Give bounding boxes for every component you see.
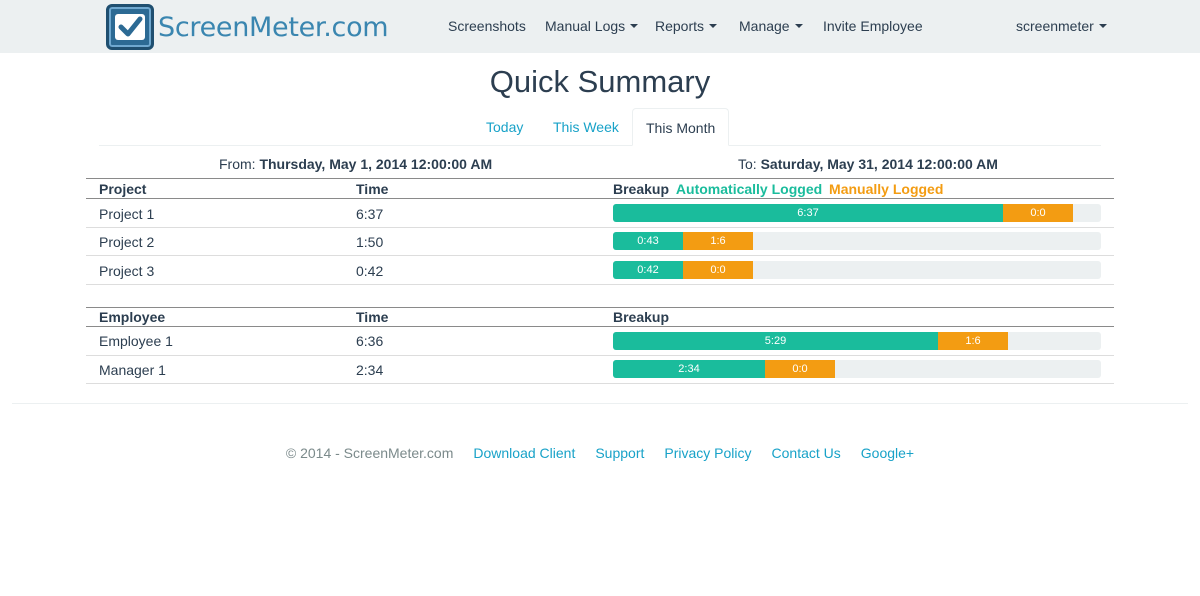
nav-user-label: screenmeter [1016, 18, 1094, 34]
footer-privacy-policy-link[interactable]: Privacy Policy [664, 445, 751, 461]
col-header-time: Time [356, 309, 389, 325]
caret-down-icon [709, 24, 718, 29]
caret-down-icon [794, 24, 803, 29]
row-divider [86, 227, 1114, 228]
brand-logo-link[interactable]: ScreenMeter.com [106, 4, 389, 50]
col-header-time: Time [356, 181, 389, 197]
nav-manage-label: Manage [739, 18, 790, 34]
project-time: 1:50 [356, 234, 384, 250]
manual-logged-segment: 1:6 [683, 232, 753, 250]
employee-name: Employee 1 [99, 333, 173, 349]
header-bottom-border [86, 326, 1114, 327]
row-divider [86, 355, 1114, 356]
footer-support-link[interactable]: Support [595, 445, 644, 461]
table-top-border [86, 307, 1114, 308]
col-header-breakup: Breakup Automatically Logged Manually Lo… [613, 181, 943, 197]
footer-copyright: © 2014 - ScreenMeter.com [285, 445, 454, 461]
range-to-value: Saturday, May 31, 2014 12:00:00 AM [760, 156, 998, 172]
nav-reports-label: Reports [655, 18, 705, 34]
footer-google-plus-link[interactable]: Google+ [861, 445, 914, 461]
breakup-label: Breakup [613, 181, 670, 197]
legend-automatically-logged: Automatically Logged [675, 181, 823, 197]
nav-user-dropdown[interactable]: screenmeter [1016, 0, 1107, 53]
project-name: Project 2 [99, 234, 155, 250]
table-top-border [86, 178, 1114, 179]
checkmark-icon [106, 4, 154, 50]
footer-download-client-link[interactable]: Download Client [473, 445, 575, 461]
breakup-bar: 0:43 1:6 [613, 232, 1101, 250]
row-divider [86, 255, 1114, 256]
tab-today[interactable]: Today [473, 108, 536, 146]
breakup-bar: 0:42 0:0 [613, 261, 1101, 279]
footer: © 2014 - ScreenMeter.com Download Client… [0, 445, 1200, 461]
nav-manual-logs-label: Manual Logs [545, 18, 626, 34]
employee-time: 6:36 [356, 333, 384, 349]
nav-manage-dropdown[interactable]: Manage [739, 0, 803, 53]
manual-logged-segment: 0:0 [1003, 204, 1073, 222]
range-from-value: Thursday, May 1, 2014 12:00:00 AM [259, 156, 493, 172]
project-name: Project 1 [99, 206, 155, 222]
col-header-project: Project [99, 181, 147, 197]
footer-contact-us-link[interactable]: Contact Us [772, 445, 841, 461]
manual-logged-segment: 0:0 [765, 360, 835, 378]
col-header-employee: Employee [99, 309, 166, 325]
range-to: To: Saturday, May 31, 2014 12:00:00 AM [738, 156, 998, 172]
nav-reports-dropdown[interactable]: Reports [655, 0, 718, 53]
nav-invite-label: Invite Employee [823, 18, 923, 34]
range-to-label: To: [738, 156, 757, 172]
breakup-bar: 2:34 0:0 [613, 360, 1101, 378]
nav-manual-logs-dropdown[interactable]: Manual Logs [545, 0, 639, 53]
auto-logged-segment: 0:42 [613, 261, 683, 279]
employee-time: 2:34 [356, 362, 384, 378]
caret-down-icon [1098, 24, 1107, 29]
employee-name: Manager 1 [99, 362, 166, 378]
auto-logged-segment: 6:37 [613, 204, 1003, 222]
manual-logged-segment: 1:6 [938, 332, 1008, 350]
legend-manually-logged: Manually Logged [829, 181, 944, 197]
header-bottom-border [86, 198, 1114, 199]
nav-screenshots[interactable]: Screenshots [448, 0, 526, 53]
project-time: 0:42 [356, 263, 384, 279]
breakup-bar: 6:37 0:0 [613, 204, 1101, 222]
nav-screenshots-label: Screenshots [448, 18, 526, 34]
auto-logged-segment: 5:29 [613, 332, 938, 350]
auto-logged-segment: 2:34 [613, 360, 765, 378]
tab-this-month[interactable]: This Month [632, 108, 730, 146]
project-time: 6:37 [356, 206, 384, 222]
top-navbar: ScreenMeter.com Screenshots Manual Logs … [0, 0, 1200, 53]
page-title: Quick Summary [489, 64, 711, 99]
range-from-label: From: [219, 156, 256, 172]
tab-this-week[interactable]: This Week [540, 108, 632, 146]
row-divider [86, 383, 1114, 384]
range-from: From: Thursday, May 1, 2014 12:00:00 AM [219, 156, 492, 172]
nav-invite-employee[interactable]: Invite Employee [823, 0, 923, 53]
project-name: Project 3 [99, 263, 155, 279]
caret-down-icon [630, 24, 639, 29]
footer-divider [12, 403, 1188, 404]
brand-name: ScreenMeter.com [158, 11, 389, 43]
row-divider [86, 284, 1114, 285]
col-header-breakup: Breakup [613, 309, 670, 325]
auto-logged-segment: 0:43 [613, 232, 683, 250]
manual-logged-segment: 0:0 [683, 261, 753, 279]
breakup-bar: 5:29 1:6 [613, 332, 1101, 350]
